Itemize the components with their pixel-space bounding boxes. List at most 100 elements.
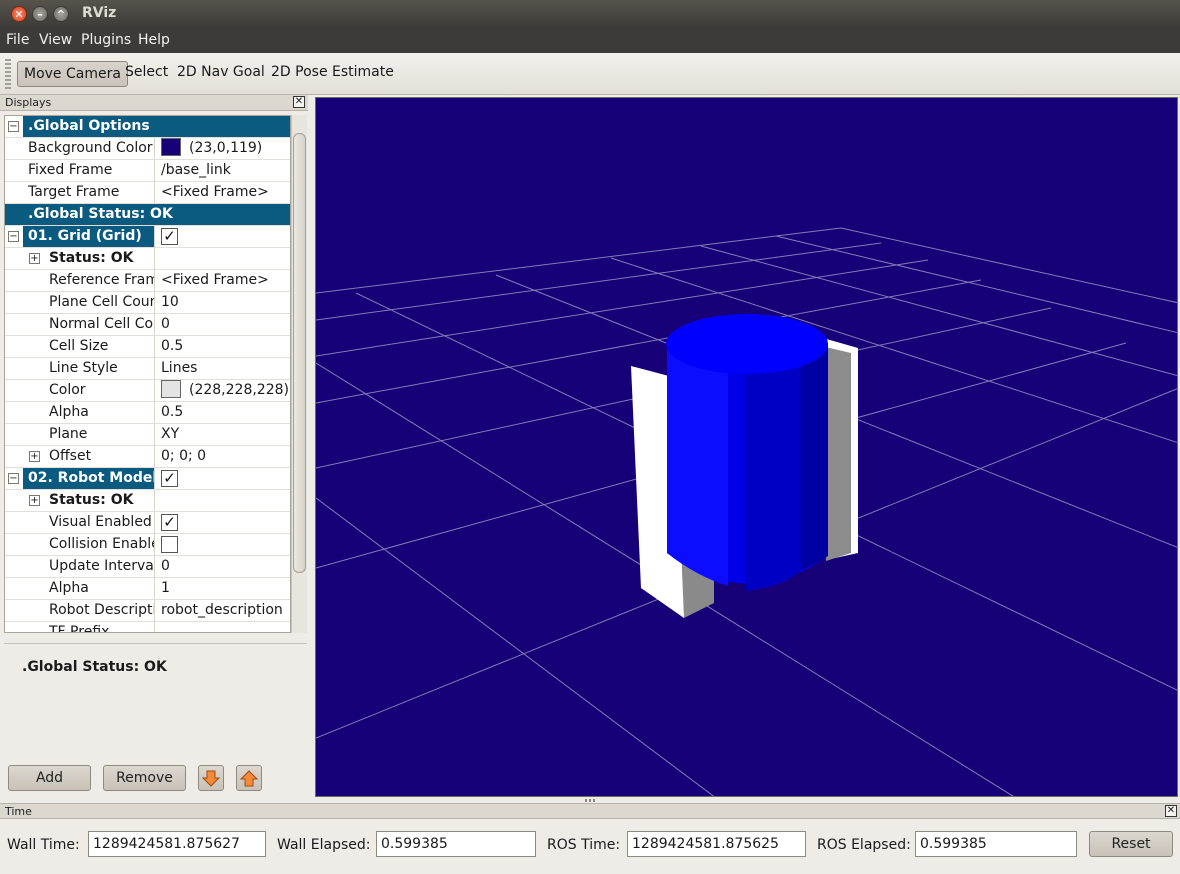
arrow-up-icon [239,770,259,787]
wall-time-field[interactable]: 1289424581.875627 [88,831,266,857]
row-value[interactable]: 0; 0; 0 [156,446,290,467]
row-label: Plane Cell Count [23,292,155,313]
row-value[interactable]: /base_link [156,160,290,181]
row-label: Status: OK [23,248,155,269]
row-value[interactable]: 1 [156,578,290,599]
tree-row-fixed-frame[interactable]: Fixed Frame /base_link [5,160,290,182]
visual-enabled-checkbox[interactable]: ✓ [161,514,178,531]
displays-title: Displays [5,96,52,109]
color-swatch[interactable] [161,380,181,398]
color-swatch[interactable] [161,138,181,156]
row-value[interactable]: 0 [156,314,290,335]
wall-elapsed-label: Wall Elapsed: [277,837,371,853]
row-value[interactable]: 0 [156,556,290,577]
tool-2d-pose-estimate[interactable]: 2D Pose Estimate [271,64,394,80]
toolbar-grip-icon[interactable] [5,59,11,89]
ros-time-field[interactable]: 1289424581.875625 [627,831,806,857]
ros-elapsed-label: ROS Elapsed: [817,837,911,853]
tree-row-reference-frame[interactable]: Reference Frame <Fixed Frame> [5,270,290,292]
collapse-icon[interactable]: − [8,473,19,484]
collision-enabled-checkbox[interactable] [161,536,178,553]
robot-model-enabled-checkbox[interactable]: ✓ [161,470,178,487]
ros-elapsed-field[interactable]: 0.599385 [915,831,1077,857]
time-header: Time ✕ [0,803,1180,819]
row-value[interactable] [156,622,290,632]
splitter-handle-icon[interactable] [585,799,595,802]
displays-header: Displays ✕ [0,95,308,111]
tool-2d-nav-goal[interactable]: 2D Nav Goal [177,64,265,80]
tree-row-global-status[interactable]: .Global Status: OK [5,204,290,226]
menu-file[interactable]: File [6,32,29,48]
move-up-button[interactable] [236,765,262,791]
row-value[interactable]: <Fixed Frame> [156,270,290,291]
row-value[interactable]: Lines [156,358,290,379]
tree-row-normal-cell-count[interactable]: Normal Cell Count 0 [5,314,290,336]
time-close-icon[interactable]: ✕ [1165,805,1177,817]
collapse-icon[interactable]: − [8,231,19,242]
tree-row-plane-cell-count[interactable]: Plane Cell Count 10 [5,292,290,314]
reset-button[interactable]: Reset [1089,831,1173,857]
tree-row-plane[interactable]: Plane XY [5,424,290,446]
tree-row-robot-status[interactable]: + Status: OK [5,490,290,512]
row-value: ✓ [156,226,290,247]
tree-row-offset[interactable]: + Offset 0; 0; 0 [5,446,290,468]
title-bar: ✕ – ^ RViz [0,0,1180,28]
row-value[interactable]: 0.5 [156,336,290,357]
row-value[interactable]: 0.5 [156,402,290,423]
row-value[interactable]: (23,0,119) [156,138,290,159]
window-maximize-icon[interactable]: ^ [53,6,69,22]
row-label: 02. Robot Model [23,468,155,489]
tree-row-collision-enabled[interactable]: Collision Enabled [5,534,290,556]
row-label: 01. Grid (Grid) [23,226,155,247]
toolbar: Move Camera Select 2D Nav Goal 2D Pose E… [0,53,1180,95]
tree-row-visual-enabled[interactable]: Visual Enabled ✓ [5,512,290,534]
collapse-icon[interactable]: − [8,121,19,132]
row-label: Alpha [23,402,155,423]
menu-bar: File View Plugins Help [0,28,1180,53]
row-value[interactable]: 10 [156,292,290,313]
tool-move-camera[interactable]: Move Camera [17,61,128,87]
tree-row-background-color[interactable]: Background Color (23,0,119) [5,138,290,160]
tree-row-grid-status[interactable]: + Status: OK [5,248,290,270]
tree-row-global-options[interactable]: − .Global Options [5,116,290,138]
remove-button[interactable]: Remove [103,765,186,791]
wall-elapsed-field[interactable]: 0.599385 [376,831,536,857]
tree-row-robot-model[interactable]: − 02. Robot Model ✓ [5,468,290,490]
tree-row-target-frame[interactable]: Target Frame <Fixed Frame> [5,182,290,204]
row-label: Cell Size [23,336,155,357]
tree-row-robot-alpha[interactable]: Alpha 1 [5,578,290,600]
displays-scrollbar[interactable] [291,115,307,633]
global-status-text: .Global Status: OK [22,659,167,675]
render-scene[interactable] [316,98,1178,797]
render-view[interactable] [315,97,1178,797]
wall-time-label: Wall Time: [7,837,80,853]
row-value[interactable]: <Fixed Frame> [156,182,290,203]
grid-enabled-checkbox[interactable]: ✓ [161,228,178,245]
tree-row-cell-size[interactable]: Cell Size 0.5 [5,336,290,358]
row-label: Robot Description [23,600,155,621]
row-value[interactable]: XY [156,424,290,445]
tool-select[interactable]: Select [125,64,168,80]
tree-row-line-style[interactable]: Line Style Lines [5,358,290,380]
window-close-icon[interactable]: ✕ [11,6,27,22]
scrollbar-thumb[interactable] [293,133,306,573]
tree-row-color[interactable]: Color (228,228,228) [5,380,290,402]
menu-view[interactable]: View [39,32,72,48]
row-label: Status: OK [23,490,155,511]
tree-row-grid[interactable]: − 01. Grid (Grid) ✓ [5,226,290,248]
tree-row-robot-description[interactable]: Robot Description robot_description [5,600,290,622]
row-label: Target Frame [23,182,155,203]
window-minimize-icon[interactable]: – [32,6,48,22]
tree-row-tf-prefix[interactable]: TF Prefix [5,622,290,632]
divider [4,643,307,644]
tree-row-alpha[interactable]: Alpha 0.5 [5,402,290,424]
menu-plugins[interactable]: Plugins [81,32,131,48]
row-label: Color [23,380,155,401]
move-down-button[interactable] [198,765,224,791]
displays-close-icon[interactable]: ✕ [293,96,305,108]
tree-row-update-interval[interactable]: Update Interval 0 [5,556,290,578]
menu-help[interactable]: Help [138,32,170,48]
row-value[interactable]: robot_description [156,600,290,621]
add-button[interactable]: Add [8,765,91,791]
row-value[interactable]: (228,228,228) [156,380,290,401]
